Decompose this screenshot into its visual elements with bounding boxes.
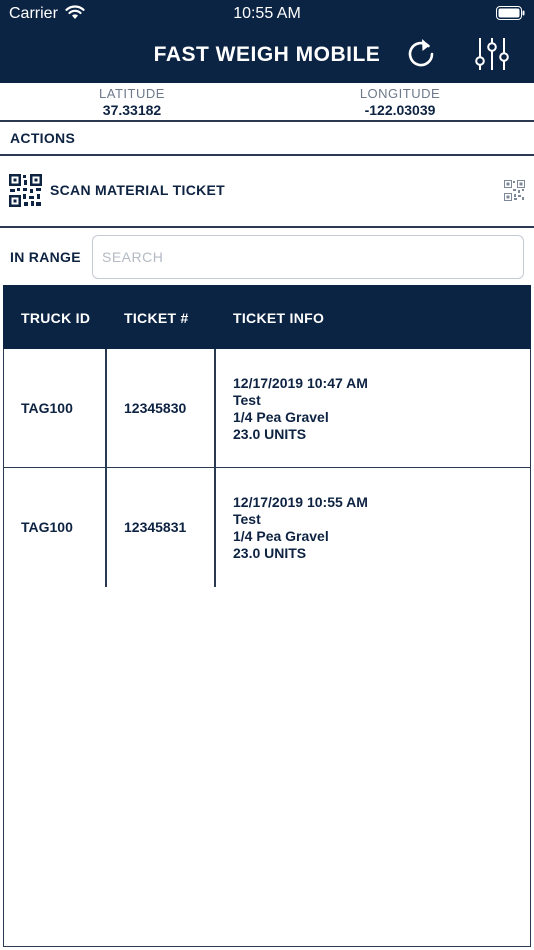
qr-code-icon[interactable] [504,180,525,201]
battery-icon [496,6,525,20]
ticket-number-cell: 12345831 [124,519,187,535]
latitude-value: 37.33182 [102,102,162,118]
longitude-block: LONGITUDE -122.03039 [300,86,500,118]
ticket-quantity: 23.0 UNITS [233,426,307,442]
column-header-truck-id: TRUCK ID [21,310,91,326]
status-time: 10:55 AM [233,5,301,22]
ticket-note: Test [233,511,261,527]
in-range-label: IN RANGE [10,249,81,265]
column-header-ticket-info: TICKET INFO [233,310,325,326]
ticket-datetime: 12/17/2019 10:47 AM [233,375,368,391]
table-row[interactable]: TAG100 12345831 12/17/2019 10:55 AM Test… [3,468,531,587]
scan-material-ticket-button[interactable]: SCAN MATERIAL TICKET [0,156,534,226]
ticket-number-cell: 12345830 [124,400,187,416]
column-divider [105,349,107,468]
divider [0,226,534,228]
table-header: TRUCK ID TICKET # TICKET INFO [3,285,531,349]
ticket-info-cell: 12/17/2019 10:47 AM Test 1/4 Pea Gravel … [233,375,368,443]
column-divider [214,468,216,587]
truck-id-cell: TAG100 [21,519,73,535]
latitude-label: LATITUDE [99,86,165,101]
ticket-datetime: 12/17/2019 10:55 AM [233,494,368,510]
ticket-note: Test [233,392,261,408]
scan-material-ticket-label: SCAN MATERIAL TICKET [50,182,226,198]
ticket-material: 1/4 Pea Gravel [233,409,329,425]
truck-id-cell: TAG100 [21,400,73,416]
longitude-label: LONGITUDE [359,86,441,101]
longitude-value: -122.03039 [364,102,436,118]
qr-code-icon [9,174,42,207]
column-header-ticket-number: TICKET # [124,310,189,326]
divider [0,120,534,122]
column-divider [214,349,216,468]
ticket-material: 1/4 Pea Gravel [233,528,329,544]
settings-sliders-icon[interactable] [474,36,510,72]
refresh-icon[interactable] [404,37,438,71]
search-input[interactable] [92,235,524,279]
location-panel: LATITUDE 37.33182 LONGITUDE -122.03039 [0,83,534,121]
table-row[interactable]: TAG100 12345830 12/17/2019 10:47 AM Test… [3,349,531,468]
latitude-block: LATITUDE 37.33182 [32,86,232,118]
actions-section-label: ACTIONS [10,130,76,146]
ticket-info-cell: 12/17/2019 10:55 AM Test 1/4 Pea Gravel … [233,494,368,562]
column-divider [105,468,107,587]
status-bar: Carrier 10:55 AM [0,0,534,28]
app-header: Carrier 10:55 AM FAST WEIGH MOBILE [0,0,534,83]
ticket-quantity: 23.0 UNITS [233,545,307,561]
page-title: FAST WEIGH MOBILE [153,43,381,66]
